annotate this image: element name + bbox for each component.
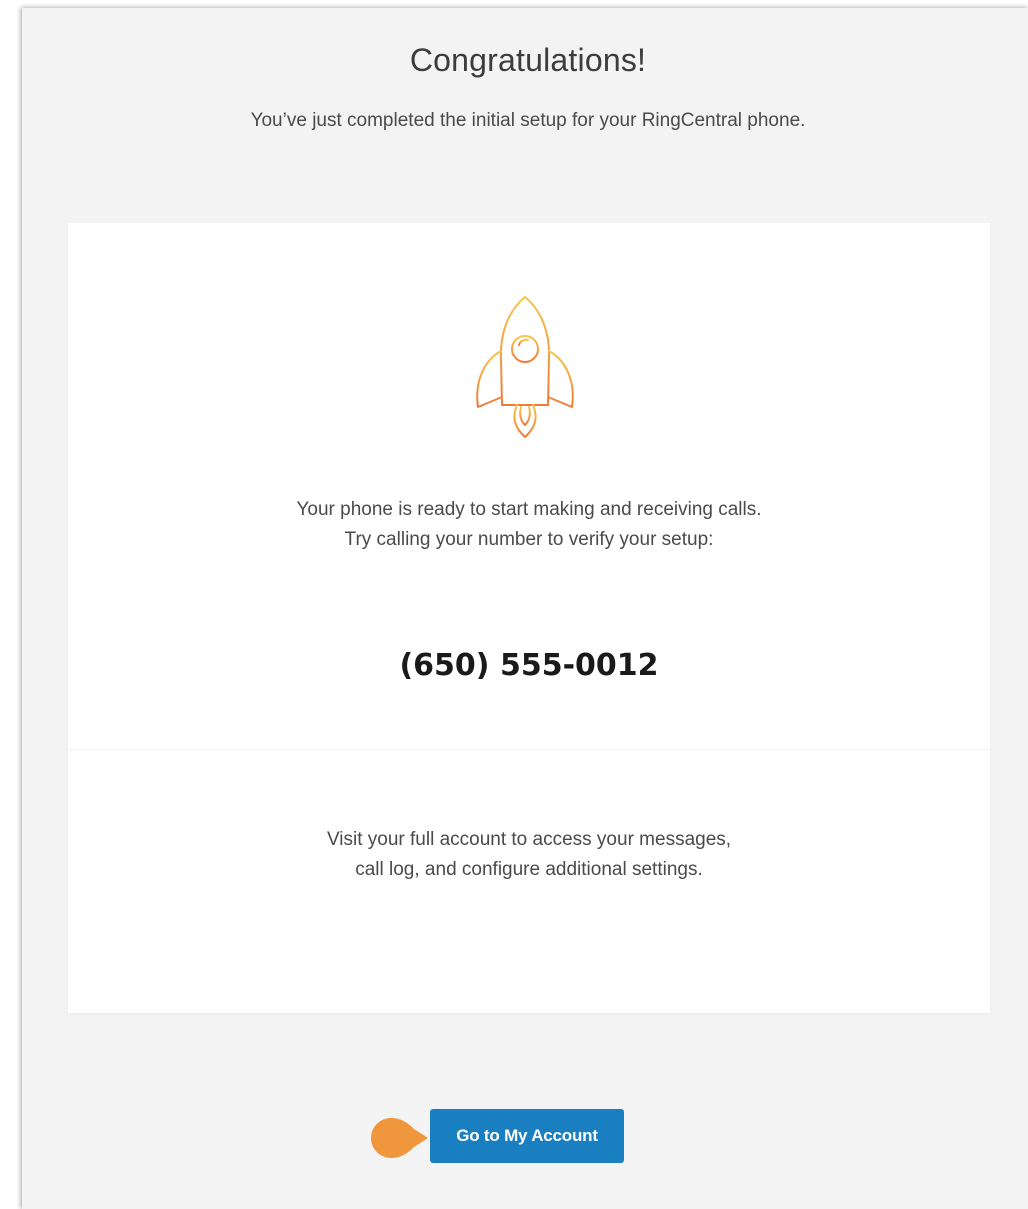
visit-account-message: Visit your full account to access your m…	[68, 825, 990, 885]
phone-number: (650) 555-0012	[399, 648, 659, 683]
page-title: Congratulations!	[409, 42, 647, 78]
setup-complete-panel: Congratulations! You’ve just completed t…	[22, 8, 1028, 1209]
card-divider	[68, 749, 990, 750]
ready-message-line1: Your phone is ready to start making and …	[296, 499, 762, 520]
callout-pointer-icon	[371, 1118, 428, 1158]
page-subtitle: You’ve just completed the initial setup …	[250, 110, 806, 131]
rocket-icon	[476, 296, 574, 438]
visit-account-line1: Visit your full account to access your m…	[326, 829, 732, 850]
ready-message: Your phone is ready to start making and …	[68, 495, 990, 555]
go-to-my-account-button[interactable]: Go to My Account	[430, 1109, 624, 1163]
ready-message-line2: Try calling your number to verify your s…	[344, 529, 714, 550]
setup-summary-card: Your phone is ready to start making and …	[68, 223, 990, 1013]
visit-account-line2: call log, and configure additional setti…	[355, 859, 703, 880]
